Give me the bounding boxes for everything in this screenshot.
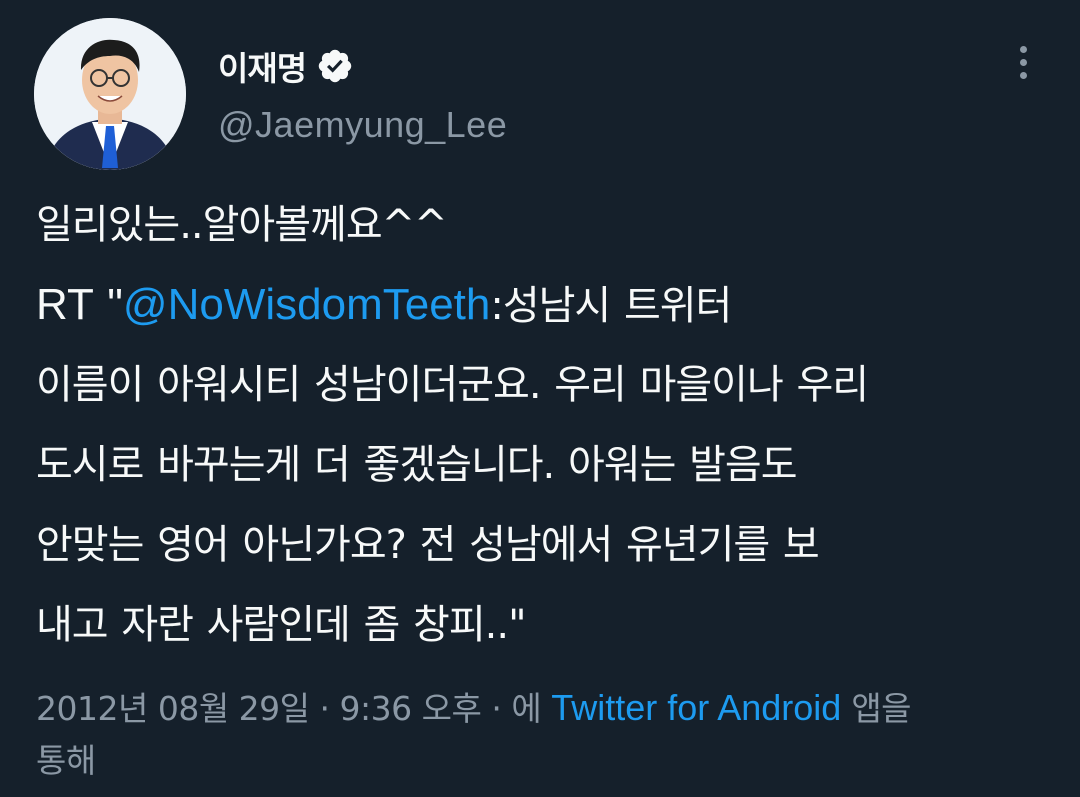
author-name-row[interactable]: 이재명 <box>218 42 354 90</box>
avatar-image <box>34 18 186 170</box>
via-prefix: 에 <box>511 689 552 728</box>
tweet-line-5: 안맞는 영어 아닌가요? 전 성남에서 유년기를 보 <box>36 522 820 568</box>
via-suffix-2: 통해 <box>36 741 96 780</box>
source-app-link[interactable]: Twitter for Android <box>551 687 841 728</box>
tweet-line-4: 도시로 바꾸는게 더 좋겠습니다. 아워는 발음도 <box>36 442 798 488</box>
verified-badge-icon <box>316 47 354 85</box>
tweet-time[interactable]: 9:36 오후 <box>340 689 482 728</box>
meta-separator: · <box>309 689 340 728</box>
tweet-detail: 이재명 @Jaemyung_Lee 일리있는..알아볼께요^^ RT "@NoW… <box>0 0 1080 797</box>
tweet-line-2: RT "@NoWisdomTeeth:성남시 트위터 <box>36 265 1056 345</box>
meta-separator: · <box>481 689 512 728</box>
tweet-line-1: 일리있는..알아볼께요^^ <box>36 202 448 248</box>
via-suffix: 앱을 <box>841 689 912 728</box>
rt-prefix: RT " <box>36 280 123 329</box>
tweet-text: 일리있는..알아볼께요^^ RT "@NoWisdomTeeth:성남시 트위터… <box>36 185 1056 665</box>
tweet-date[interactable]: 2012년 08월 29일 <box>36 689 310 728</box>
mention-link[interactable]: @NoWisdomTeeth <box>123 280 490 329</box>
tweet-line-6: 내고 자란 사람인데 좀 창피.." <box>36 602 527 648</box>
tweet-line-2-rest: :성남시 트위터 <box>490 283 732 329</box>
more-options-icon[interactable] <box>1008 40 1038 84</box>
avatar[interactable] <box>34 18 186 170</box>
tweet-line-3: 이름이 아워시티 성남이더군요. 우리 마을이나 우리 <box>36 362 869 408</box>
display-name[interactable]: 이재명 <box>218 42 307 90</box>
tweet-meta: 2012년 08월 29일 · 9:36 오후 · 에 Twitter for … <box>36 682 1056 787</box>
author-handle[interactable]: @Jaemyung_Lee <box>218 104 507 146</box>
